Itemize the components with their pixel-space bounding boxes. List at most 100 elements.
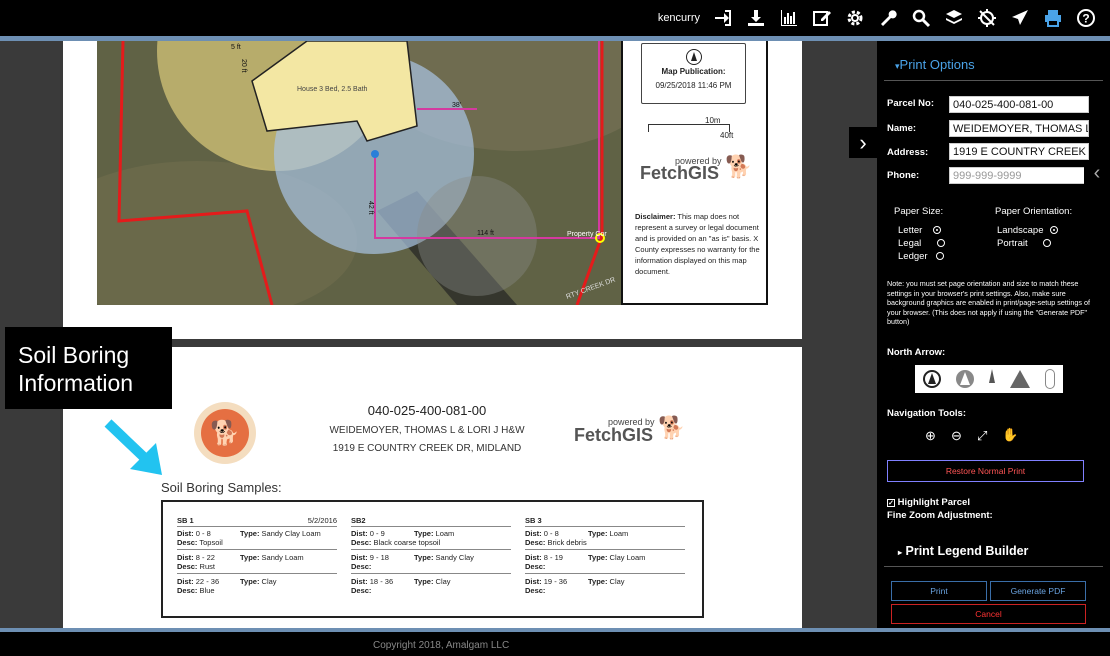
disclaimer: Disclaimer: This map does not represent …	[635, 212, 760, 276]
dim-20-label: 20 ft	[240, 59, 247, 73]
generate-pdf-button[interactable]: Generate PDF	[990, 581, 1086, 601]
sample-id: SB 3	[525, 516, 542, 525]
sample-row: Dist: 9 - 18 Type: Sandy Clay Desc:	[351, 552, 511, 574]
report-parcel: 040-025-400-081-00	[367, 403, 487, 418]
print-button[interactable]: Print	[891, 581, 987, 601]
soil-boring-callout: Soil Boring Information	[5, 327, 172, 409]
paper-legal-option[interactable]: Legal	[898, 238, 945, 249]
pan-hand-icon[interactable]: ✋	[1002, 427, 1018, 443]
paper-letter-option[interactable]: Letter	[898, 225, 941, 236]
zoom-out-icon[interactable]: ⊖	[951, 428, 962, 444]
navigation-tools-label: Navigation Tools:	[887, 408, 966, 419]
north-arrow-style-4-icon[interactable]	[1010, 370, 1031, 388]
divider	[884, 566, 1103, 567]
dim-38-label: 38'	[452, 102, 461, 109]
expand-icon[interactable]: ⤢	[977, 428, 987, 444]
print-icon[interactable]	[1036, 3, 1069, 33]
chevron-right-icon: ›	[859, 129, 867, 155]
sample-column-2: SB2 Dist: 0 - 9 Type: Loam Desc: Black coa…	[351, 516, 511, 600]
sample-date: 5/2/2016	[307, 516, 337, 525]
house-label: House 3 Bed, 2.5 Bath	[297, 86, 368, 93]
dim-5-label: 5 ft	[231, 44, 241, 51]
publication-title: Map Publication:	[661, 67, 726, 76]
edit-icon[interactable]	[805, 3, 838, 33]
sample-row: Dist: 19 - 36 Type: Clay Desc:	[525, 577, 625, 595]
samples-title: Soil Boring Samples:	[161, 480, 282, 495]
name-field[interactable]: WEIDEMOYER, THOMAS L &	[949, 120, 1089, 137]
sample-row: Dist: 8 - 22 Type: Sandy Loam Desc: Rust	[177, 552, 337, 574]
print-options-header[interactable]: ▾Print Options	[895, 57, 975, 72]
parcel-field[interactable]: 040-025-400-081-00	[949, 96, 1089, 113]
zoom-in-icon[interactable]: ⊕	[925, 428, 936, 444]
highlight-parcel-checkbox[interactable]: ✓ Highlight Parcel	[887, 497, 970, 508]
aerial-map[interactable]: House 3 Bed, 2.5 Bath 38' 42 ft 114 ft 5…	[97, 41, 622, 305]
north-arrow-style-1-icon[interactable]	[922, 370, 941, 388]
sample-id: SB 1	[177, 516, 194, 525]
location-off-icon[interactable]	[970, 3, 1003, 33]
property-corner-label: Property Cor	[567, 231, 607, 238]
scale-feet: 40ft	[720, 131, 734, 140]
fetchgis-logo: FetchGIS	[640, 163, 720, 183]
layers-icon[interactable]	[937, 3, 970, 33]
callout-line-2: Information	[18, 370, 134, 396]
callout-line-1: Soil Boring	[18, 342, 130, 368]
username: kencurry	[657, 12, 700, 24]
north-arrow-style-5-icon[interactable]	[1045, 369, 1056, 389]
sign-out-icon[interactable]	[706, 3, 739, 33]
report-fetchgis-logo: FetchGIS	[574, 425, 654, 445]
north-arrow-options	[915, 365, 1063, 393]
north-arrow-label: North Arrow:	[887, 347, 946, 358]
sample-id: SB2	[351, 516, 366, 525]
paper-ledger-option[interactable]: Ledger	[898, 251, 945, 262]
gear-icon[interactable]	[838, 3, 871, 33]
search-icon[interactable]	[904, 3, 937, 33]
dim-114-label: 114 ft	[477, 230, 494, 237]
report-owner: WEIDEMOYER, THOMAS L & LORI J H&W	[329, 425, 525, 436]
copyright-text: Copyright 2018, Amalgam LLC	[373, 640, 510, 651]
address-field[interactable]: 1919 E COUNTRY CREEK DR	[949, 143, 1089, 160]
map-publication-box: Map Publication: 09/25/2018 11:46 PM	[641, 43, 746, 104]
fine-zoom-label: Fine Zoom Adjustment:	[887, 510, 993, 521]
help-icon[interactable]: ?	[1069, 3, 1102, 33]
paper-orientation-label: Paper Orientation:	[995, 206, 1073, 217]
cancel-button[interactable]: Cancel	[891, 604, 1086, 624]
north-arrow-icon	[685, 49, 702, 65]
top-toolbar: kencurry ?	[0, 0, 1110, 36]
download-icon[interactable]	[739, 3, 772, 33]
orientation-landscape-option[interactable]: Landscape	[997, 225, 1059, 236]
paper-size-label: Paper Size:	[894, 206, 944, 217]
sample-row: Dist: 22 - 36 Type: Clay Desc: Blue	[177, 577, 277, 595]
sample-row: Dist: 0 - 8 Type: Sandy Clay Loam Desc: To…	[177, 528, 337, 550]
orientation-portrait-option[interactable]: Portrait	[997, 238, 1052, 249]
chevron-left-icon[interactable]: ‹	[1084, 162, 1110, 193]
sample-column-1: SB 1 5/2/2016 Dist: 0 - 8 Type: Sandy Clay…	[177, 516, 337, 600]
scale-meters: 10m	[705, 116, 721, 125]
sample-row: Dist: 0 - 9 Type: Loam Desc: Black coarse …	[351, 528, 511, 550]
collapse-panel-button[interactable]: ›	[849, 127, 877, 158]
wrench-icon[interactable]	[871, 3, 904, 33]
address-label: Address:	[887, 147, 929, 158]
callout-arrow-icon	[104, 419, 162, 475]
north-arrow-style-2-icon[interactable]	[955, 370, 974, 388]
sample-row: Dist: 18 - 36 Type: Clay Desc:	[351, 577, 451, 595]
north-arrow-style-3-icon[interactable]	[988, 369, 995, 389]
print-legend-builder-header[interactable]: ▸ Print Legend Builder	[898, 544, 1028, 558]
divider	[884, 80, 1103, 81]
scale-bar	[648, 124, 730, 132]
print-note: Note: you must set page orientation and …	[887, 279, 1090, 326]
parcel-label: Parcel No:	[887, 98, 934, 109]
svg-text:?: ?	[1082, 12, 1089, 26]
restore-normal-print-button[interactable]: Restore Normal Print	[887, 460, 1084, 482]
publication-date: 09/25/2018 11:46 PM	[655, 81, 732, 90]
dim-42-label: 42 ft	[367, 201, 374, 215]
phone-field[interactable]: 999-999-9999	[949, 167, 1089, 184]
report-logo: 🐕	[194, 402, 256, 464]
send-icon[interactable]	[1003, 3, 1036, 33]
sample-row: Dist: 0 - 8 Type: Loam Desc: Brick debris	[525, 528, 685, 550]
phone-label: Phone:	[887, 170, 920, 181]
report-dog-icon: 🐕	[658, 415, 686, 440]
name-label: Name:	[887, 123, 917, 134]
dog-icon: 🐕	[201, 409, 249, 457]
footer: Copyright 2018, Amalgam LLC	[0, 632, 1110, 656]
chart-icon[interactable]	[772, 3, 805, 33]
